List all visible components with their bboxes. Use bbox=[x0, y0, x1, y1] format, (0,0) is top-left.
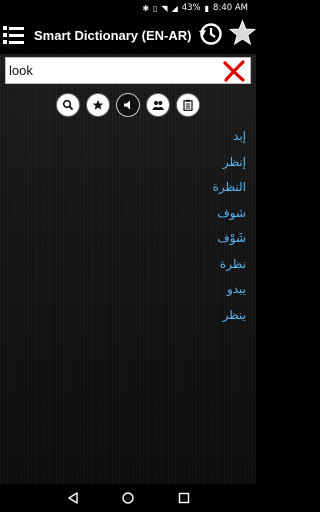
battery-percent: 43% bbox=[181, 3, 201, 13]
app-screen: ✱ ▯ ◥ ◢ 43% ▮ 8:40 AM Smart Dictionary (… bbox=[0, 0, 256, 512]
vibrate-icon: ▯ bbox=[153, 3, 158, 13]
favorite-button[interactable] bbox=[86, 93, 110, 117]
clipboard-button[interactable] bbox=[176, 93, 200, 117]
search-button[interactable] bbox=[56, 93, 80, 117]
bluetooth-icon: ✱ bbox=[142, 3, 150, 13]
search-icon bbox=[62, 99, 74, 111]
search-field[interactable]: look bbox=[5, 57, 251, 84]
result-item[interactable]: إنظر bbox=[46, 150, 246, 176]
clear-icon[interactable] bbox=[222, 59, 246, 83]
result-item[interactable]: ينظر bbox=[46, 303, 246, 329]
history-icon[interactable] bbox=[198, 21, 224, 47]
home-icon[interactable] bbox=[121, 491, 135, 505]
users-button[interactable] bbox=[146, 93, 170, 117]
status-bar: ✱ ▯ ◥ ◢ 43% ▮ 8:40 AM bbox=[0, 0, 256, 16]
result-item[interactable]: شَوْف bbox=[46, 226, 246, 252]
clock: 8:40 AM bbox=[213, 3, 248, 13]
favorites-star-icon[interactable] bbox=[229, 19, 256, 46]
users-icon bbox=[152, 101, 164, 110]
result-item[interactable]: يبدو bbox=[46, 277, 246, 303]
result-item[interactable]: النظرة bbox=[46, 175, 246, 201]
result-item[interactable]: شوف bbox=[46, 201, 246, 227]
star-icon bbox=[92, 100, 104, 110]
results-list: إبد إنظر النظرة شوف شَوْف نظرة يبدو ينظر bbox=[46, 124, 246, 328]
app-title: Smart Dictionary (EN-AR) bbox=[34, 27, 192, 43]
speak-button[interactable] bbox=[116, 93, 140, 117]
result-item[interactable]: إبد bbox=[46, 124, 246, 150]
system-nav-bar bbox=[0, 484, 256, 512]
app-bar: Smart Dictionary (EN-AR) bbox=[0, 16, 256, 54]
menu-icon[interactable] bbox=[3, 25, 25, 45]
result-item[interactable]: نظرة bbox=[46, 252, 246, 278]
signal-icon: ◢ bbox=[171, 3, 178, 13]
speaker-icon bbox=[124, 100, 130, 110]
wifi-icon: ◥ bbox=[161, 3, 168, 13]
clipboard-icon bbox=[183, 99, 193, 111]
toolbar bbox=[0, 93, 256, 119]
battery-icon: ▮ bbox=[204, 3, 210, 13]
search-input-value[interactable]: look bbox=[9, 63, 33, 78]
back-icon[interactable] bbox=[66, 491, 80, 505]
recent-apps-icon[interactable] bbox=[177, 491, 191, 505]
